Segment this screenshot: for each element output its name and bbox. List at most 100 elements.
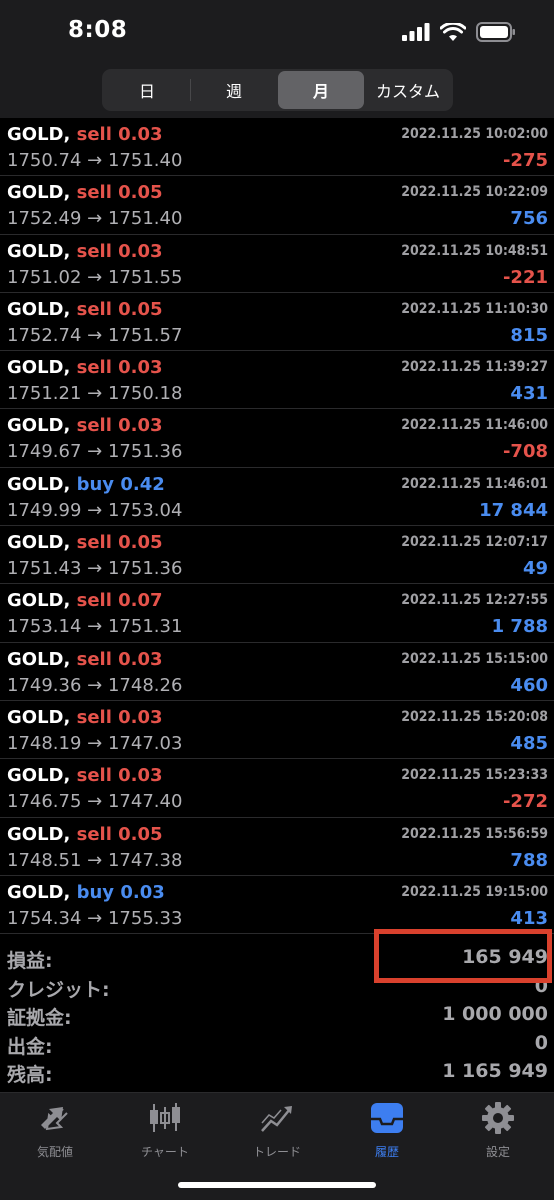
trade-symbol: GOLD, xyxy=(7,473,71,495)
trade-datetime: 2022.11.25 15:56:59 xyxy=(401,825,548,842)
trade-row[interactable]: GOLD, sell 0.05 2022.11.25 15:56:59 1748.5… xyxy=(0,818,554,876)
trade-row[interactable]: GOLD, buy 0.03 2022.11.25 19:15:00 1754.34… xyxy=(0,876,554,935)
summary-row-withdrawal: 出金: 0 xyxy=(0,1030,554,1059)
trade-symbol: GOLD, xyxy=(7,881,71,903)
trade-history-list: GOLD, sell 0.03 2022.11.25 10:02:00 1750.7… xyxy=(0,118,554,935)
trade-prices: 1754.34 → 1755.33 xyxy=(7,907,183,929)
summary-row-deposit: 証拠金: 1 000 000 xyxy=(0,1001,554,1030)
trade-row[interactable]: GOLD, sell 0.03 2022.11.25 10:02:00 1750.7… xyxy=(0,118,554,177)
trade-datetime: 2022.11.25 10:48:51 xyxy=(401,242,548,259)
status-bar: 8:08 xyxy=(0,0,554,62)
trade-row[interactable]: GOLD, sell 0.05 2022.11.25 11:10:30 1752.7… xyxy=(0,293,554,352)
trade-volume: 0.03 xyxy=(118,124,163,145)
trade-volume: 0.03 xyxy=(118,765,163,787)
tab-trade[interactable]: トレード xyxy=(222,1101,332,1161)
tab-quotes[interactable]: 気配値 xyxy=(0,1101,110,1161)
trade-title: GOLD, sell 0.03 xyxy=(7,124,163,145)
tab-settings[interactable]: 設定 xyxy=(443,1101,553,1161)
trade-row[interactable]: GOLD, sell 0.03 2022.11.25 10:48:51 1751.0… xyxy=(0,235,554,293)
tab-bar: 気配値 チャート トレード 履歴 設定 xyxy=(0,1092,554,1200)
summary-label: 損益: xyxy=(7,950,53,972)
trade-title: GOLD, sell 0.03 xyxy=(7,765,163,786)
tab-label: チャート xyxy=(141,1145,189,1159)
summary-label: 証拠金: xyxy=(7,1007,72,1029)
trade-symbol: GOLD, xyxy=(7,124,71,145)
summary-value: 0 xyxy=(534,1031,548,1054)
segment-custom[interactable]: カスタム xyxy=(365,71,451,109)
trade-side: sell xyxy=(76,590,112,612)
trade-side: buy xyxy=(76,473,115,495)
trade-datetime: 2022.11.25 11:39:27 xyxy=(401,359,548,376)
trade-prices: 1753.14 → 1751.31 xyxy=(7,616,183,638)
trade-prices: 1749.67 → 1751.36 xyxy=(7,441,183,463)
trade-symbol: GOLD, xyxy=(7,240,71,262)
trade-side: sell xyxy=(76,532,112,554)
status-icons xyxy=(402,22,516,42)
trade-side: sell xyxy=(76,124,112,145)
trade-symbol: GOLD, xyxy=(7,415,71,437)
trade-side: sell xyxy=(76,415,112,437)
trade-volume: 0.42 xyxy=(120,473,165,495)
trade-row[interactable]: GOLD, sell 0.03 2022.11.25 15:20:08 1748.1… xyxy=(0,701,554,760)
summary-row-balance: 残高: 1 165 949 xyxy=(0,1058,554,1087)
trade-row[interactable]: GOLD, sell 0.03 2022.11.25 11:39:27 1751.2… xyxy=(0,351,554,410)
segment-day[interactable]: 日 xyxy=(104,71,190,109)
trade-symbol: GOLD, xyxy=(7,182,71,204)
trade-prices: 1746.75 → 1747.40 xyxy=(7,791,183,813)
trade-row[interactable]: GOLD, sell 0.05 2022.11.25 10:22:09 1752.4… xyxy=(0,176,554,235)
period-segmented-control: 日 週 月 カスタム xyxy=(102,69,453,111)
tab-label: 設定 xyxy=(485,1145,510,1159)
trade-row[interactable]: GOLD, sell 0.03 2022.11.25 15:23:33 1746.7… xyxy=(0,759,554,818)
trade-row[interactable]: GOLD, sell 0.05 2022.11.25 12:07:17 1751.4… xyxy=(0,526,554,585)
cellular-signal-icon xyxy=(402,23,430,41)
trade-volume: 0.05 xyxy=(118,532,163,554)
trade-datetime: 2022.11.25 15:20:08 xyxy=(401,708,548,725)
trade-profit: -272 xyxy=(502,791,548,813)
trade-symbol: GOLD, xyxy=(7,823,71,845)
tab-history[interactable]: 履歴 xyxy=(332,1101,442,1161)
trade-datetime: 2022.11.25 11:46:01 xyxy=(401,475,548,492)
trade-prices: 1749.99 → 1753.04 xyxy=(7,499,183,521)
segment-month[interactable]: 月 xyxy=(278,71,364,109)
trade-symbol: GOLD, xyxy=(7,648,71,670)
trade-datetime: 2022.11.25 19:15:00 xyxy=(401,883,548,900)
trade-title: GOLD, sell 0.07 xyxy=(7,590,163,611)
trade-profit: 815 xyxy=(510,324,548,346)
trade-profit: 1 788 xyxy=(491,616,548,638)
candlestick-chart-icon xyxy=(145,1101,185,1135)
history-tray-icon xyxy=(367,1101,407,1135)
gear-icon xyxy=(478,1101,518,1135)
trade-datetime: 2022.11.25 10:22:09 xyxy=(401,184,548,201)
trade-row[interactable]: GOLD, sell 0.03 2022.11.25 15:15:00 1749.3… xyxy=(0,643,554,701)
trade-side: sell xyxy=(76,823,112,845)
trade-volume: 0.03 xyxy=(118,648,163,670)
trade-row[interactable]: GOLD, sell 0.03 2022.11.25 11:46:00 1749.6… xyxy=(0,409,554,468)
trade-row[interactable]: GOLD, buy 0.42 2022.11.25 11:46:01 1749.99… xyxy=(0,468,554,527)
trade-datetime: 2022.11.25 11:46:00 xyxy=(401,417,548,434)
trade-prices: 1748.19 → 1747.03 xyxy=(7,732,183,754)
segment-week[interactable]: 週 xyxy=(191,71,277,109)
trade-row[interactable]: GOLD, sell 0.07 2022.11.25 12:27:55 1753.1… xyxy=(0,584,554,643)
tab-label: トレード xyxy=(252,1145,301,1159)
period-header: 日 週 月 カスタム xyxy=(0,62,554,118)
trade-datetime: 2022.11.25 15:23:33 xyxy=(401,767,548,784)
trade-profit: 17 844 xyxy=(479,499,548,521)
tab-chart[interactable]: チャート xyxy=(110,1101,220,1161)
trade-datetime: 2022.11.25 12:07:17 xyxy=(401,534,548,551)
home-indicator xyxy=(178,1182,376,1188)
trade-profit: 460 xyxy=(510,674,548,696)
trade-symbol: GOLD, xyxy=(7,532,71,554)
trade-symbol: GOLD, xyxy=(7,298,71,320)
trade-side: sell xyxy=(76,298,112,320)
trade-profit: 788 xyxy=(510,849,548,871)
trade-volume: 0.03 xyxy=(118,706,163,728)
tab-label: 履歴 xyxy=(374,1145,399,1159)
trade-profit: 49 xyxy=(522,558,548,580)
trade-datetime: 2022.11.25 12:27:55 xyxy=(401,592,548,609)
trade-prices: 1752.49 → 1751.40 xyxy=(7,208,183,230)
trade-prices: 1751.43 → 1751.36 xyxy=(7,558,183,580)
trade-side: sell xyxy=(76,706,112,728)
trade-title: GOLD, sell 0.03 xyxy=(7,415,163,436)
trade-title: GOLD, sell 0.03 xyxy=(7,649,163,670)
summary-label: クレジット: xyxy=(7,978,110,1001)
